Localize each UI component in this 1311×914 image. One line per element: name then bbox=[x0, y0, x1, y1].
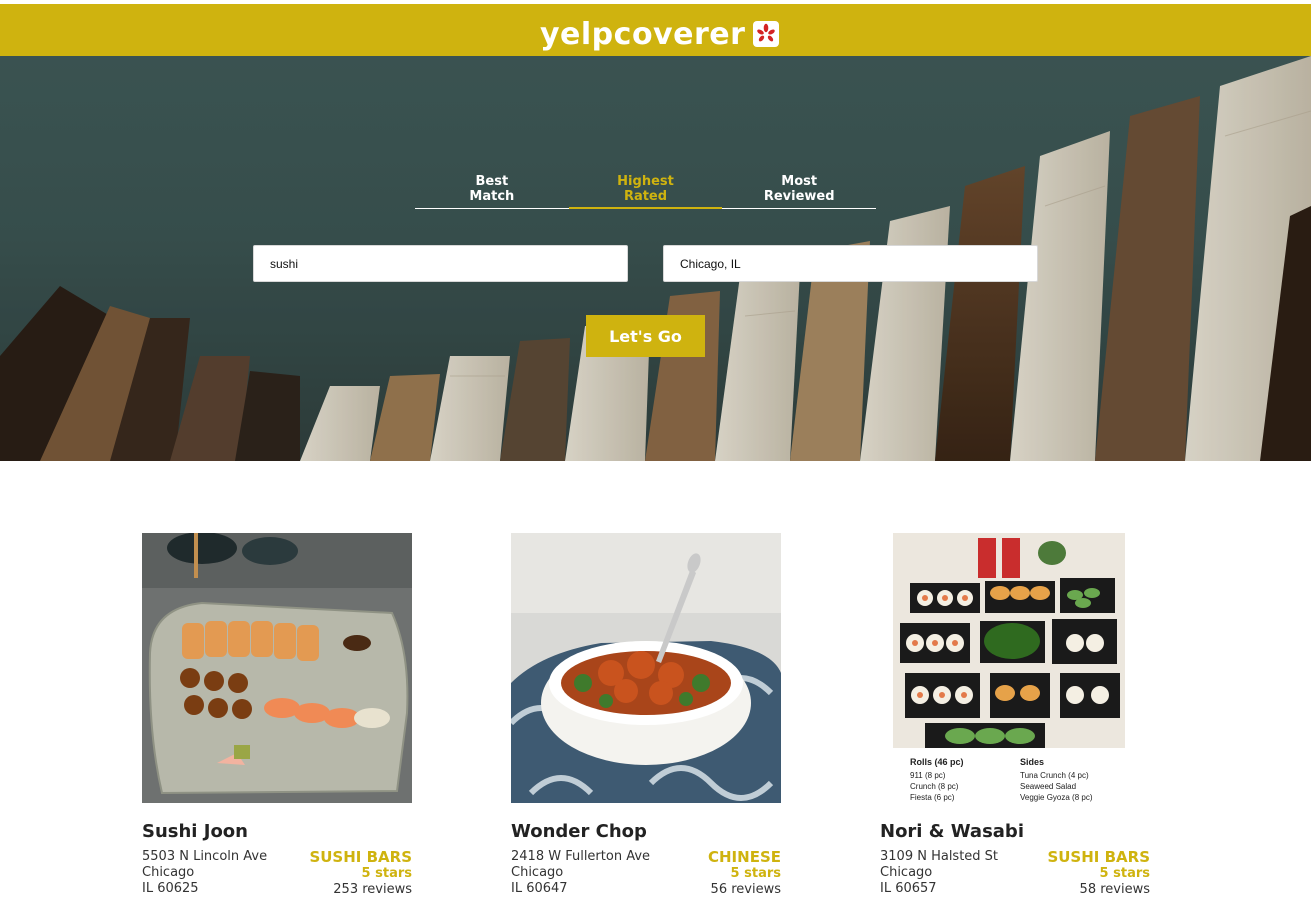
tab-label-line1: Highest bbox=[617, 174, 674, 189]
brand-logo[interactable]: yelpcoverer bbox=[540, 14, 780, 54]
brand-name: yelpcoverer bbox=[540, 16, 746, 52]
menu-roll-item: Crunch (8 pc) bbox=[910, 782, 959, 791]
business-meta: CHINESE 5 stars 56 reviews bbox=[708, 849, 781, 898]
tab-label-line2: Rated bbox=[623, 189, 668, 204]
business-review-count: 56 reviews bbox=[710, 882, 781, 897]
business-review-count: 58 reviews bbox=[1079, 882, 1150, 897]
sort-tabs: Best Match Highest Rated Most Reviewed bbox=[415, 174, 877, 209]
menu-rolls-heading: Rolls (46 pc) bbox=[910, 757, 964, 767]
menu-side-item: Veggie Gyoza (8 pc) bbox=[1020, 793, 1093, 802]
address-state-zip: IL 60647 bbox=[511, 881, 568, 896]
address-city: Chicago bbox=[142, 865, 195, 880]
business-info: 3109 N Halsted St Chicago IL 60657 SUSHI… bbox=[880, 849, 1150, 898]
hero-overlay bbox=[0, 56, 1311, 461]
menu-roll-item: 911 (8 pc) bbox=[910, 771, 946, 780]
tab-best-match[interactable]: Best Match bbox=[415, 174, 569, 209]
business-card[interactable]: Sushi Joon 5503 N Lincoln Ave Chicago IL… bbox=[142, 533, 412, 898]
business-rating: 5 stars bbox=[361, 866, 412, 881]
address-state-zip: IL 60657 bbox=[880, 881, 937, 896]
menu-side-item: Seaweed Salad bbox=[1020, 782, 1076, 791]
yelp-burst-icon bbox=[753, 21, 780, 47]
business-name[interactable]: Wonder Chop bbox=[511, 821, 781, 842]
business-info: 2418 W Fullerton Ave Chicago IL 60647 CH… bbox=[511, 849, 781, 898]
business-photo bbox=[142, 533, 412, 803]
search-location-input[interactable] bbox=[663, 245, 1038, 282]
menu-sides-heading: Sides bbox=[1020, 757, 1044, 767]
tab-label-line1: Best bbox=[475, 174, 509, 189]
tab-label-line2: Match bbox=[469, 189, 515, 204]
business-meta: SUSHI BARS 5 stars 58 reviews bbox=[1047, 849, 1150, 898]
address-street: 5503 N Lincoln Ave bbox=[142, 849, 268, 864]
business-card[interactable]: Wonder Chop 2418 W Fullerton Ave Chicago… bbox=[511, 533, 781, 898]
business-review-count: 253 reviews bbox=[333, 882, 412, 897]
search-term-input[interactable] bbox=[253, 245, 628, 282]
business-rating: 5 stars bbox=[730, 866, 781, 881]
business-address: 5503 N Lincoln Ave Chicago IL 60625 bbox=[142, 849, 267, 898]
business-category: SUSHI BARS bbox=[1047, 848, 1150, 866]
business-card[interactable]: Rolls (46 pc) 911 (8 pc) Crunch (8 pc) F… bbox=[880, 533, 1150, 898]
address-street: 2418 W Fullerton Ave bbox=[511, 849, 651, 864]
tab-most-reviewed[interactable]: Most Reviewed bbox=[722, 174, 877, 209]
business-address: 2418 W Fullerton Ave Chicago IL 60647 bbox=[511, 849, 650, 898]
business-name[interactable]: Sushi Joon bbox=[142, 821, 412, 842]
business-photo: Rolls (46 pc) 911 (8 pc) Crunch (8 pc) F… bbox=[880, 533, 1150, 803]
address-street: 3109 N Halsted St bbox=[880, 849, 999, 864]
business-info: 5503 N Lincoln Ave Chicago IL 60625 SUSH… bbox=[142, 849, 412, 898]
address-city: Chicago bbox=[880, 865, 933, 880]
business-category: SUSHI BARS bbox=[309, 848, 412, 866]
tab-label-line2: Reviewed bbox=[763, 189, 835, 204]
business-photo bbox=[511, 533, 781, 803]
address-city: Chicago bbox=[511, 865, 564, 880]
hero-banner: Best Match Highest Rated Most Reviewed L… bbox=[0, 56, 1311, 461]
tab-label-line1: Most bbox=[781, 174, 818, 189]
tab-highest-rated[interactable]: Highest Rated bbox=[568, 174, 723, 209]
menu-side-item: Tuna Crunch (4 pc) bbox=[1020, 771, 1089, 780]
business-name[interactable]: Nori & Wasabi bbox=[880, 821, 1150, 842]
business-category: CHINESE bbox=[708, 848, 781, 866]
lets-go-button[interactable]: Let's Go bbox=[586, 315, 705, 357]
site-header: yelpcoverer bbox=[0, 4, 1311, 56]
address-state-zip: IL 60625 bbox=[142, 881, 199, 896]
menu-roll-item: Fiesta (6 pc) bbox=[910, 793, 955, 802]
business-rating: 5 stars bbox=[1099, 866, 1150, 881]
business-address: 3109 N Halsted St Chicago IL 60657 bbox=[880, 849, 998, 898]
business-meta: SUSHI BARS 5 stars 253 reviews bbox=[309, 849, 412, 898]
